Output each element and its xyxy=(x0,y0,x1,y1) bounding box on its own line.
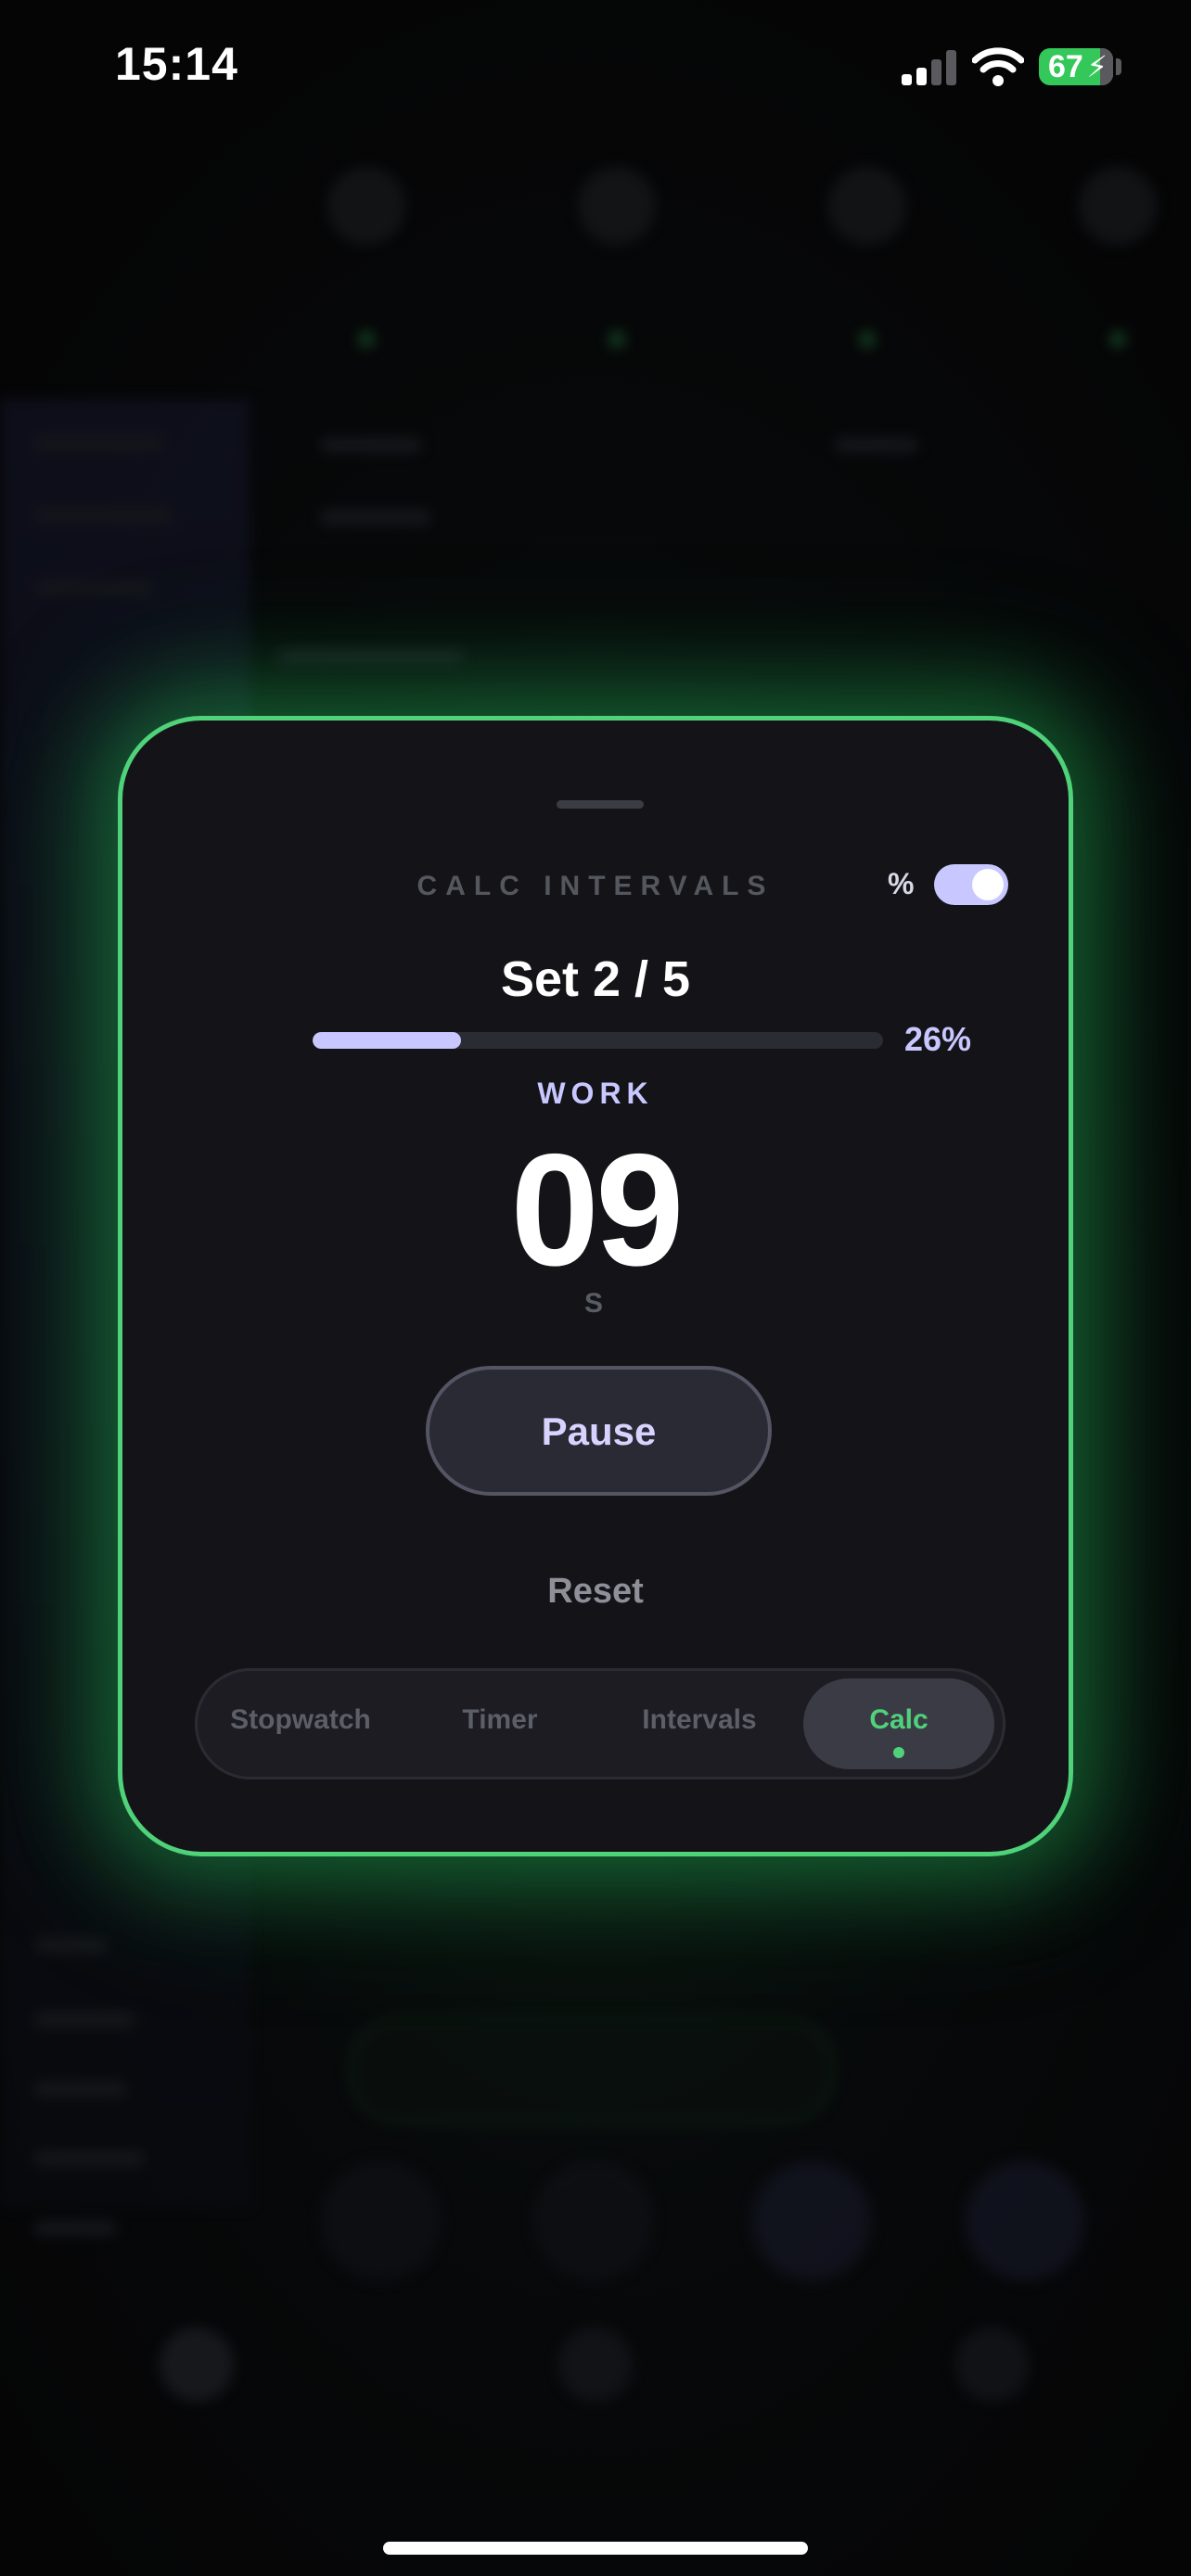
background-tabbar-icon xyxy=(160,2327,234,2402)
active-tab-dot xyxy=(893,1747,904,1758)
calc-intervals-card: CALC INTERVALS % Set 2 / 5 26% WORK 09 S… xyxy=(118,716,1073,1856)
background-avatar xyxy=(557,167,677,348)
percent-toggle[interactable] xyxy=(934,864,1008,905)
reset-button[interactable]: Reset xyxy=(456,1572,735,1627)
battery-nub xyxy=(1116,58,1121,75)
background-round-button xyxy=(965,2161,1085,2281)
tab-label: Calc xyxy=(869,1704,928,1735)
background-round-button xyxy=(320,2161,441,2281)
background-round-button xyxy=(533,2161,654,2281)
background-avatar xyxy=(1057,167,1178,348)
tab-stopwatch[interactable]: Stopwatch xyxy=(205,1678,396,1769)
charging-bolt-icon: ⚡ xyxy=(1086,50,1108,83)
tab-intervals[interactable]: Intervals xyxy=(604,1678,795,1769)
screen: 15:14 67 ⚡ CALC INTERVALS % Set 2 / 5 26… xyxy=(0,0,1191,2576)
tab-timer[interactable]: Timer xyxy=(404,1678,596,1769)
countdown-unit: S xyxy=(583,1288,607,1319)
toggle-knob xyxy=(972,869,1004,900)
percent-toggle-label: % xyxy=(888,867,915,900)
background-round-button xyxy=(751,2161,872,2281)
tab-calc[interactable]: Calc xyxy=(803,1678,994,1769)
progress-bar xyxy=(313,1032,883,1049)
wifi-icon xyxy=(972,47,1024,86)
background-text-line xyxy=(33,580,154,595)
background-tabbar-icon xyxy=(558,2327,633,2402)
tab-label: Intervals xyxy=(642,1704,757,1735)
background-text-line xyxy=(33,2151,145,2166)
mode-segmented-control: Stopwatch Timer Intervals Calc xyxy=(195,1668,1005,1779)
background-tabbar-icon xyxy=(955,2327,1030,2402)
battery-icon: 67 ⚡ xyxy=(1039,48,1113,85)
background-text-line xyxy=(835,438,918,453)
tab-label: Stopwatch xyxy=(230,1704,371,1735)
background-avatar xyxy=(306,167,427,348)
tab-label: Timer xyxy=(462,1704,538,1735)
background-text-line xyxy=(33,508,173,523)
background-text-line xyxy=(278,649,464,664)
background-pill xyxy=(348,2017,836,2124)
background-text-line xyxy=(320,438,422,453)
sheet-grabber[interactable] xyxy=(557,800,644,809)
countdown-value: 09 xyxy=(510,1121,684,1299)
home-indicator[interactable] xyxy=(383,2542,808,2555)
cellular-signal-icon xyxy=(902,50,957,85)
set-counter: Set 2 / 5 xyxy=(500,951,691,1007)
status-time: 15:14 xyxy=(115,38,238,90)
pause-button[interactable]: Pause xyxy=(426,1366,772,1496)
phase-label: WORK xyxy=(537,1077,654,1110)
background-text-line xyxy=(33,2221,117,2236)
progress-fill xyxy=(313,1032,461,1049)
background-text-line xyxy=(33,2012,135,2027)
background-text-line xyxy=(320,510,431,525)
card-title: CALC INTERVALS xyxy=(416,871,775,901)
background-avatar xyxy=(807,167,928,348)
background-text-line xyxy=(33,436,163,451)
background-text-line xyxy=(33,1938,108,1953)
background-avatar-row xyxy=(306,167,1191,371)
background-text-line xyxy=(33,2082,126,2097)
status-bar: 15:14 67 ⚡ xyxy=(0,0,1191,139)
progress-percent: 26% xyxy=(904,1020,972,1058)
